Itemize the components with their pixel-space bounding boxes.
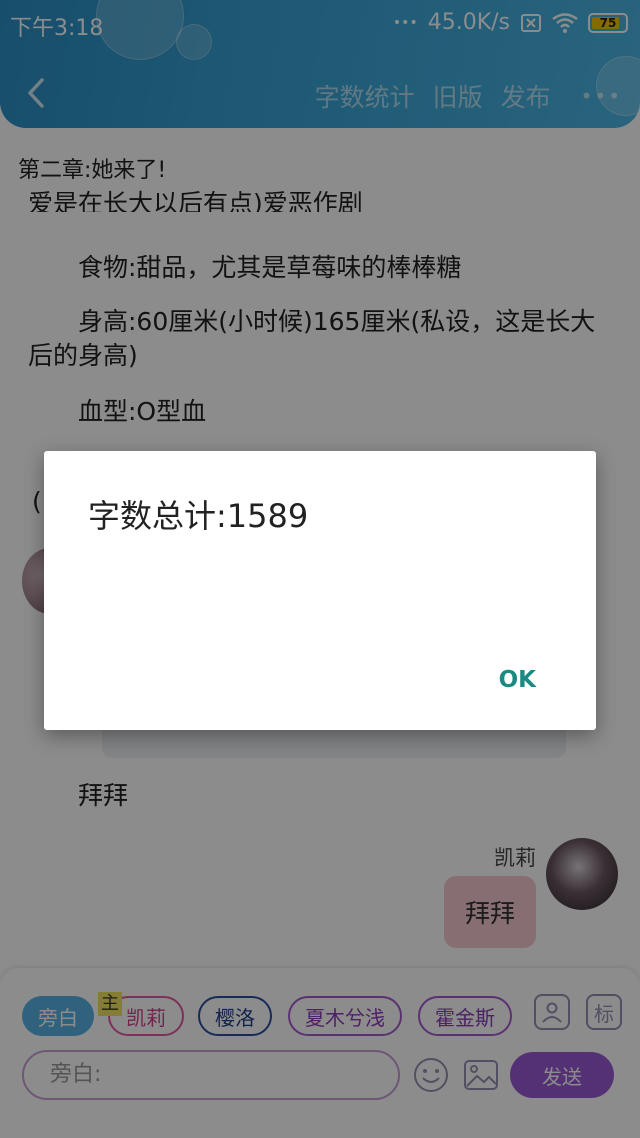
word-count-dialog: 字数总计:1589 OK: [44, 451, 596, 730]
dialog-message: 字数总计:1589: [88, 497, 309, 535]
ok-button[interactable]: OK: [499, 667, 536, 693]
